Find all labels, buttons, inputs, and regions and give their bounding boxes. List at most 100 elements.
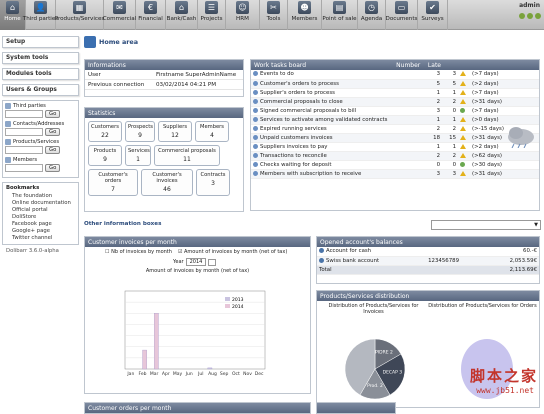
workboard-late: 1	[442, 115, 458, 125]
quick-search-label: Third parties	[5, 103, 76, 109]
customer-orders-box: Customer orders per month	[84, 402, 311, 414]
workboard-row[interactable]: Supplier's orders to process 1 1 (>7 days)	[251, 88, 539, 98]
year-input[interactable]: 2014	[185, 258, 207, 266]
bookmark-link[interactable]: Official portal	[12, 207, 75, 214]
workboard-late: 2	[442, 97, 458, 107]
menu-item-bank-cash[interactable]: ⌂ Bank/Cash	[166, 0, 198, 30]
stat-box[interactable]: Contracts 3	[196, 169, 230, 196]
bookmark-link[interactable]: Twitter channel	[12, 235, 75, 242]
sidebar-setup[interactable]: Setup	[2, 36, 79, 48]
workboard-row[interactable]: Services to activate among validated con…	[251, 115, 539, 125]
workboard-row[interactable]: Expired running services 2 2 (>-15 days)	[251, 124, 539, 134]
statistics-panel: Statistics Customers 22 Prospects 9 Supplier…	[84, 107, 244, 212]
stat-box[interactable]: Products 9	[88, 145, 122, 166]
workboard-label: Suppliers invoices to pay	[260, 143, 328, 150]
quick-search-input[interactable]	[5, 110, 43, 118]
stat-box[interactable]: Services 1	[125, 145, 151, 166]
menu-item-agenda[interactable]: ◷ Agenda	[358, 0, 386, 30]
quick-search-go-button[interactable]: Go	[45, 110, 61, 118]
workboard-row[interactable]: Transactions to reconcile 2 2 (>62 days)	[251, 151, 539, 161]
workboard-header: Work tasks board Number Late	[251, 60, 539, 70]
menu-item-commercial[interactable]: ✉ Commercial	[103, 0, 136, 30]
logout-icon[interactable]	[527, 13, 533, 19]
workboard-row[interactable]: Commercial proposals to close 2 2 (>31 days…	[251, 97, 539, 107]
warning-icon	[460, 125, 466, 131]
sidebar-users-groups[interactable]: Users & Groups	[2, 84, 79, 96]
menu-item-label: Home	[4, 16, 21, 22]
quick-search-go-button[interactable]: Go	[45, 164, 61, 172]
financial-icon: €	[144, 1, 157, 14]
workboard-delay: (>31 days)	[470, 97, 539, 107]
workboard-number: 2	[426, 124, 442, 134]
menu-item-label: Point of sale	[322, 16, 357, 22]
quick-search-go-button[interactable]: Go	[45, 146, 61, 154]
workboard-number: 3	[426, 106, 442, 116]
balance-row[interactable]: Swiss bank account 123456789 2,053.59€	[317, 256, 539, 266]
opt-nb-invoices[interactable]: ☐ Nb of invoices by month	[105, 249, 172, 255]
bookmark-link[interactable]: Google+ page	[12, 228, 75, 235]
workboard-delay: (>2 days)	[470, 79, 539, 89]
sidebar-modules-tools[interactable]: Modules tools	[2, 68, 79, 80]
stat-box[interactable]: Members 4	[195, 121, 229, 142]
stat-box[interactable]: Customer's invoices 46	[141, 169, 193, 196]
stat-box[interactable]: Commercial proposals 11	[154, 145, 220, 166]
sidebar-system-tools[interactable]: System tools	[2, 52, 79, 64]
quick-search-icon	[5, 157, 11, 163]
workboard-row[interactable]: Unpaid customers invoices 18 15 (>31 days)	[251, 133, 539, 143]
menu-item-home[interactable]: ⌂ Home	[0, 0, 26, 30]
menu-item-surveys[interactable]: ✔ Surveys	[418, 0, 448, 30]
menu-item-projects[interactable]: ☰ Projects	[198, 0, 226, 30]
x-tick-label: Aug	[208, 371, 217, 377]
workboard-row[interactable]: Signed commercial proposals to bill 3 0 (>7…	[251, 106, 539, 116]
workboard-row[interactable]: Customer's orders to process 5 5 (>2 days)	[251, 79, 539, 89]
customer-invoices-box: Customer invoices per month ☐ Nb of invo…	[84, 236, 311, 394]
stat-box[interactable]: Prospects 9	[125, 121, 155, 142]
opt-amount-invoices[interactable]: ☑ Amount of invoices by month (net of ta…	[178, 249, 287, 255]
balance-row[interactable]: Account for cash 60.-€	[317, 247, 539, 257]
menu-item-documents[interactable]: ▭ Documents	[386, 0, 418, 30]
menu-item-point-of-sale[interactable]: ▤ Point of sale	[322, 0, 358, 30]
bookmark-link[interactable]: Facebook page	[12, 221, 75, 228]
stat-box-label: Customer's invoices	[152, 172, 182, 184]
other-box-title	[317, 403, 395, 413]
stat-box[interactable]: Suppliers 12	[158, 121, 192, 142]
stat-box-value: 9	[103, 156, 107, 163]
print-icon[interactable]	[535, 13, 541, 19]
menu-item-third-parties[interactable]: 👤 Third parties	[23, 0, 58, 30]
stat-box[interactable]: Customer's orders 7	[88, 169, 138, 196]
quick-search-input[interactable]	[5, 146, 43, 154]
quick-search-input[interactable]	[5, 164, 43, 172]
workboard-panel: Work tasks board Number Late Events to d…	[250, 59, 540, 211]
balance-amount: 2,053.59€	[485, 256, 539, 266]
menu-item-hrm[interactable]: ☺ HRM	[226, 0, 260, 30]
stat-box-label: Customer's orders	[98, 172, 128, 184]
workboard-number: 2	[426, 97, 442, 107]
x-tick-label: Nov	[243, 371, 252, 377]
menu-item-financial[interactable]: € Financial	[136, 0, 166, 30]
bookmark-link[interactable]: The foundation	[12, 193, 75, 200]
refresh-icon[interactable]	[208, 258, 217, 266]
bookmark-link[interactable]: Online documentation	[12, 200, 75, 207]
menu-item-members[interactable]: ☻ Members	[288, 0, 322, 30]
workboard-row[interactable]: Events to do 3 3 (>7 days)	[251, 70, 539, 80]
quick-search-go-button[interactable]: Go	[45, 128, 61, 136]
workboard-row[interactable]: Suppliers invoices to pay 1 1 (>2 days)	[251, 142, 539, 152]
stat-box[interactable]: Customers 22	[88, 121, 122, 142]
bookmark-link[interactable]: DoliStore	[12, 214, 75, 221]
user-name[interactable]: admin	[519, 2, 540, 9]
home-icon: ⌂	[6, 1, 19, 14]
other-boxes-label: Other information boxes	[84, 221, 162, 227]
status-icon[interactable]	[519, 13, 525, 19]
workboard-late: 0	[442, 160, 458, 170]
add-box-select[interactable]: ▼	[431, 220, 541, 230]
stat-box-value: 7	[111, 186, 115, 193]
quick-search-input[interactable]	[5, 128, 43, 136]
workboard-delay: (>0 days)	[470, 115, 539, 125]
workboard-late: 2	[442, 151, 458, 161]
workboard-row[interactable]: Checks waiting for deposit 0 0 (>30 days)	[251, 160, 539, 170]
menu-item-label: Members	[291, 16, 318, 22]
menu-item-products-services[interactable]: ▦ Products/Services	[55, 0, 104, 30]
workboard-row[interactable]: Members with subscription to receive 3 3 (>…	[251, 169, 539, 179]
menu-item-tools[interactable]: ✂ Tools	[260, 0, 288, 30]
balance-label: Account for cash	[326, 248, 372, 255]
